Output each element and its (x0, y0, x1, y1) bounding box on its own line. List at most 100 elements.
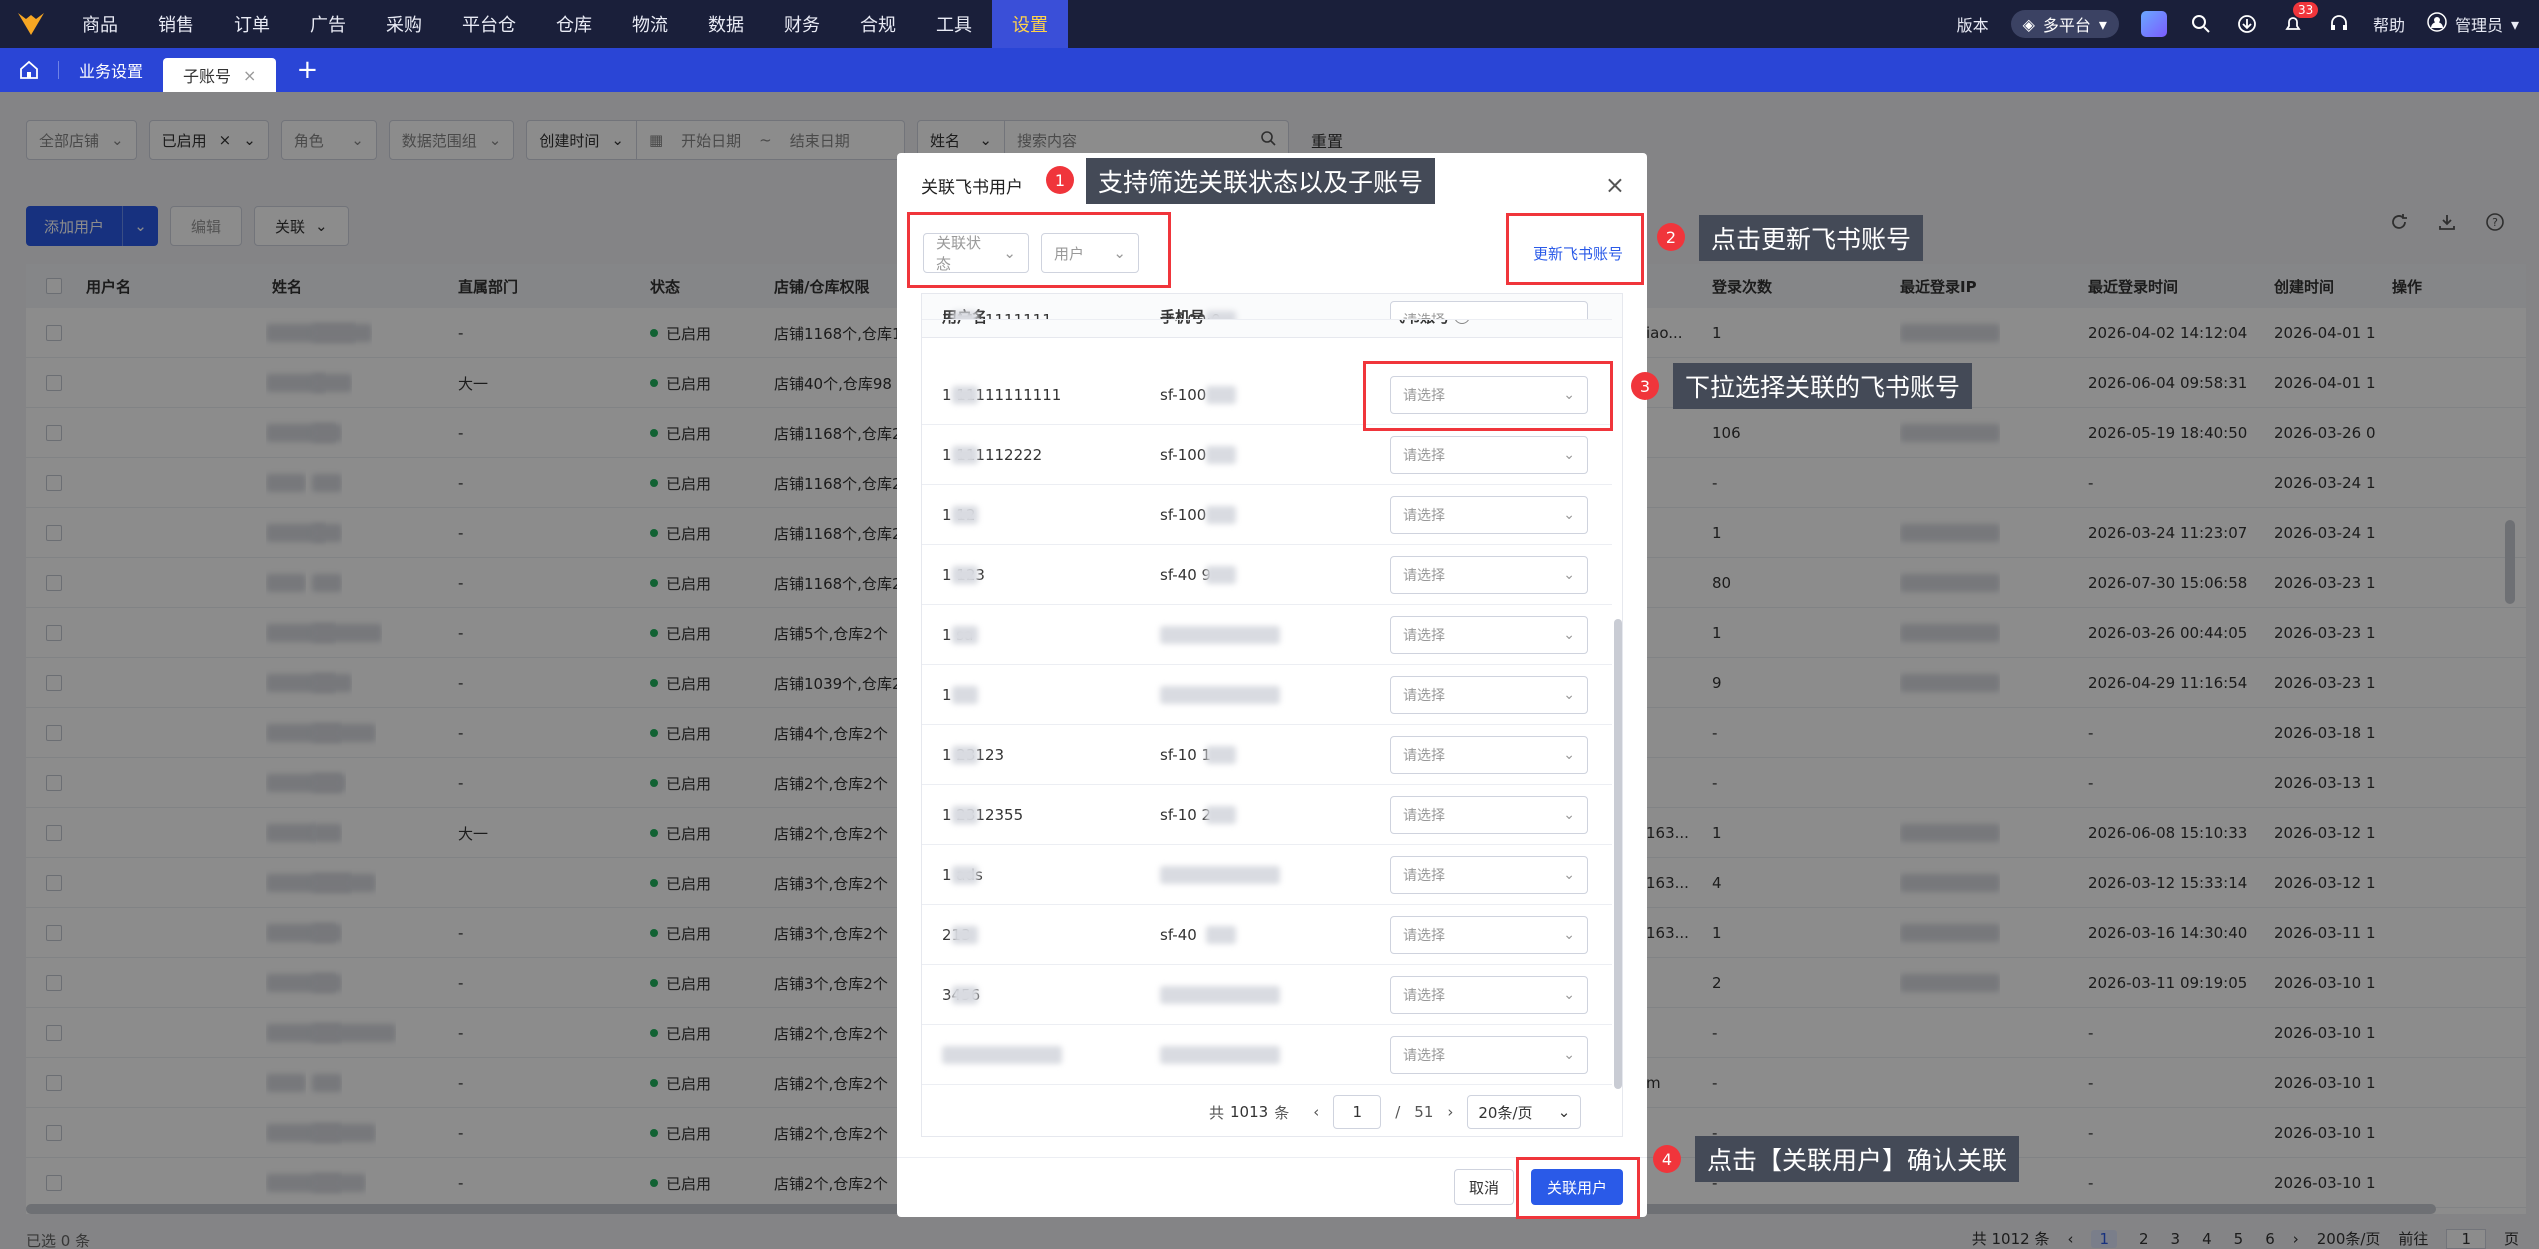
headset-icon[interactable] (2327, 12, 2351, 36)
nav-item[interactable]: 平台仓 (442, 0, 536, 48)
tab-bar: 业务设置 子账号 × + (0, 48, 2539, 92)
nav-item[interactable]: 订单 (214, 0, 290, 48)
list-item[interactable]: 1 请选择 ⌄ (922, 665, 1612, 725)
nav-item[interactable]: 物流 (612, 0, 688, 48)
select-placeholder: 请选择 (1403, 688, 1445, 704)
list-item[interactable]: 1 sa 请选择 ⌄ (922, 605, 1612, 665)
feishu-account-select[interactable]: 请选择 ⌄ (1390, 301, 1588, 319)
inner-scrollbar[interactable] (1614, 619, 1622, 1089)
feishu-account-select[interactable]: 请选择 ⌄ (1390, 916, 1588, 954)
cancel-button[interactable]: 取消 (1454, 1169, 1515, 1205)
feishu-account-select[interactable]: 请选择 ⌄ (1390, 616, 1588, 654)
select-placeholder: 请选择 (1403, 928, 1445, 944)
caret-down-icon: ▾ (2510, 14, 2519, 34)
select-placeholder: 请选择 (1403, 448, 1445, 464)
close-icon[interactable]: × (1605, 171, 1625, 199)
prev-page-icon[interactable]: ‹ (1313, 1103, 1319, 1121)
list-item[interactable]: 1 23123 sf-10 1 请选择 ⌄ (922, 725, 1612, 785)
nav-item[interactable]: 数据 (688, 0, 764, 48)
chevron-down-icon: ⌄ (1557, 1103, 1571, 1121)
link-feishu-modal: 关联飞书用户 × 关联状态⌄ 用户⌄ 更新飞书账号 用户名 手机号 飞书账号 ?… (897, 153, 1647, 1217)
annotation-tip-4: 点击【关联用户】确认关联 (1695, 1136, 2020, 1182)
total-prefix: 共 (1209, 1103, 1225, 1122)
total-suffix: 条 (1274, 1103, 1290, 1122)
feishu-account-select[interactable]: 请选择 ⌄ (1390, 556, 1588, 594)
feishu-account-cell: 请选择 ⌄ (1390, 425, 1588, 485)
ai-assistant-icon[interactable] (2140, 11, 2167, 37)
username-cell: 1 12 (942, 485, 978, 545)
username-cell: 1 123 (942, 545, 985, 605)
annotation-number-3: 3 (1631, 372, 1659, 400)
page-size-select[interactable]: 20条/页 ⌄ (1467, 1095, 1582, 1129)
chevron-down-icon: ⌄ (1563, 987, 1575, 1003)
nav-item[interactable]: 合规 (840, 0, 916, 48)
phone-text: sf-100 (1160, 446, 1207, 464)
page-separator: / (1395, 1103, 1401, 1121)
select-placeholder: 请选择 (1403, 1048, 1445, 1064)
masked-username (952, 806, 978, 824)
username-text: 1 (942, 686, 952, 704)
feishu-account-select[interactable]: 请选择 ⌄ (1390, 1036, 1588, 1074)
list-item[interactable]: 7·1111111111 sf-100·0 请选择 ⌄ (922, 294, 1612, 320)
page-input[interactable]: 1 (1333, 1095, 1382, 1129)
masked-phone (1206, 926, 1236, 944)
platform-label: 多平台 (2042, 16, 2091, 35)
list-item[interactable]: 1 123 sf-40 9 请选择 ⌄ (922, 545, 1612, 605)
masked-phone (1160, 986, 1280, 1004)
list-item[interactable]: 1 2312355 sf-10 2 请选择 ⌄ (922, 785, 1612, 845)
feishu-account-select[interactable]: 请选择 ⌄ (1390, 856, 1588, 894)
nav-item[interactable]: 仓库 (536, 0, 612, 48)
list-item[interactable]: 1 12 sf-100 请选择 ⌄ (922, 485, 1612, 545)
tab-sub-accounts[interactable]: 子账号 × (163, 58, 277, 92)
platform-switch[interactable]: ◈ 多平台 ▾ (2010, 10, 2119, 38)
main-menu: 商品 销售 订单 广告 采购 平台仓 仓库 物流 数据 财务 合规 工具 设置 (62, 0, 1068, 48)
list-item[interactable]: 3456 请选择 ⌄ (922, 965, 1612, 1025)
feishu-account-select[interactable]: 请选择 ⌄ (1390, 736, 1588, 774)
next-page-icon[interactable]: › (1447, 1103, 1453, 1121)
app-logo[interactable] (0, 0, 62, 48)
feishu-account-cell: 请选择 ⌄ (1390, 545, 1588, 605)
nav-item[interactable]: 商品 (62, 0, 138, 48)
help-link[interactable]: 帮助 (2373, 12, 2405, 36)
feishu-account-select[interactable]: 请选择 ⌄ (1390, 676, 1588, 714)
chevron-down-icon: ⌄ (1563, 867, 1575, 883)
close-icon[interactable]: × (243, 66, 256, 85)
list-item[interactable]: 1 111112222 sf-100 请选择 ⌄ (922, 425, 1612, 485)
masked-username (952, 686, 978, 704)
add-tab-button[interactable]: + (276, 55, 338, 85)
feishu-account-select[interactable]: 请选择 ⌄ (1390, 796, 1588, 834)
feishu-account-select[interactable]: 请选择 ⌄ (1390, 436, 1588, 474)
nav-item[interactable]: 采购 (366, 0, 442, 48)
list-item[interactable]: 请选择 ⌄ (922, 1025, 1612, 1085)
bell-icon[interactable]: 33 (2281, 2, 2319, 36)
username-cell: 213 (942, 905, 978, 965)
nav-item[interactable]: 工具 (916, 0, 992, 48)
select-placeholder: 请选择 (1403, 628, 1445, 644)
annotation-tip-3: 下拉选择关联的飞书账号 (1673, 363, 1973, 409)
nav-item[interactable]: 财务 (764, 0, 840, 48)
version-link[interactable]: 版本 (1957, 12, 1989, 36)
phone-cell: sf-100·0 (1160, 294, 1236, 319)
phone-text: sf-10 2 (1160, 806, 1212, 824)
select-placeholder: 请选择 (1403, 508, 1445, 524)
feishu-account-select[interactable]: 请选择 ⌄ (1390, 976, 1588, 1014)
search-icon[interactable] (2189, 12, 2213, 36)
masked-username (952, 746, 978, 764)
home-icon[interactable] (0, 60, 58, 80)
download-icon[interactable] (2235, 12, 2259, 36)
masked-username (952, 446, 978, 464)
nav-item[interactable]: 设置 (992, 0, 1068, 48)
annotation-number-1: 1 (1046, 166, 1074, 194)
chevron-down-icon: ⌄ (1563, 747, 1575, 763)
tab-business-settings[interactable]: 业务设置 (59, 53, 163, 87)
feishu-account-cell: 请选择 ⌄ (1390, 665, 1588, 725)
nav-item[interactable]: 广告 (290, 0, 366, 48)
user-name: 管理员 (2454, 16, 2503, 35)
feishu-account-select[interactable]: 请选择 ⌄ (1390, 496, 1588, 534)
nav-item[interactable]: 销售 (138, 0, 214, 48)
user-menu[interactable]: 管理员 ▾ (2427, 12, 2519, 36)
username-cell: 1 111112222 (942, 425, 1042, 485)
phone-cell: sf-10 1 (1160, 725, 1236, 785)
list-item[interactable]: 213 sf-40 请选择 ⌄ (922, 905, 1612, 965)
list-item[interactable]: 1 ads 请选择 ⌄ (922, 845, 1612, 905)
